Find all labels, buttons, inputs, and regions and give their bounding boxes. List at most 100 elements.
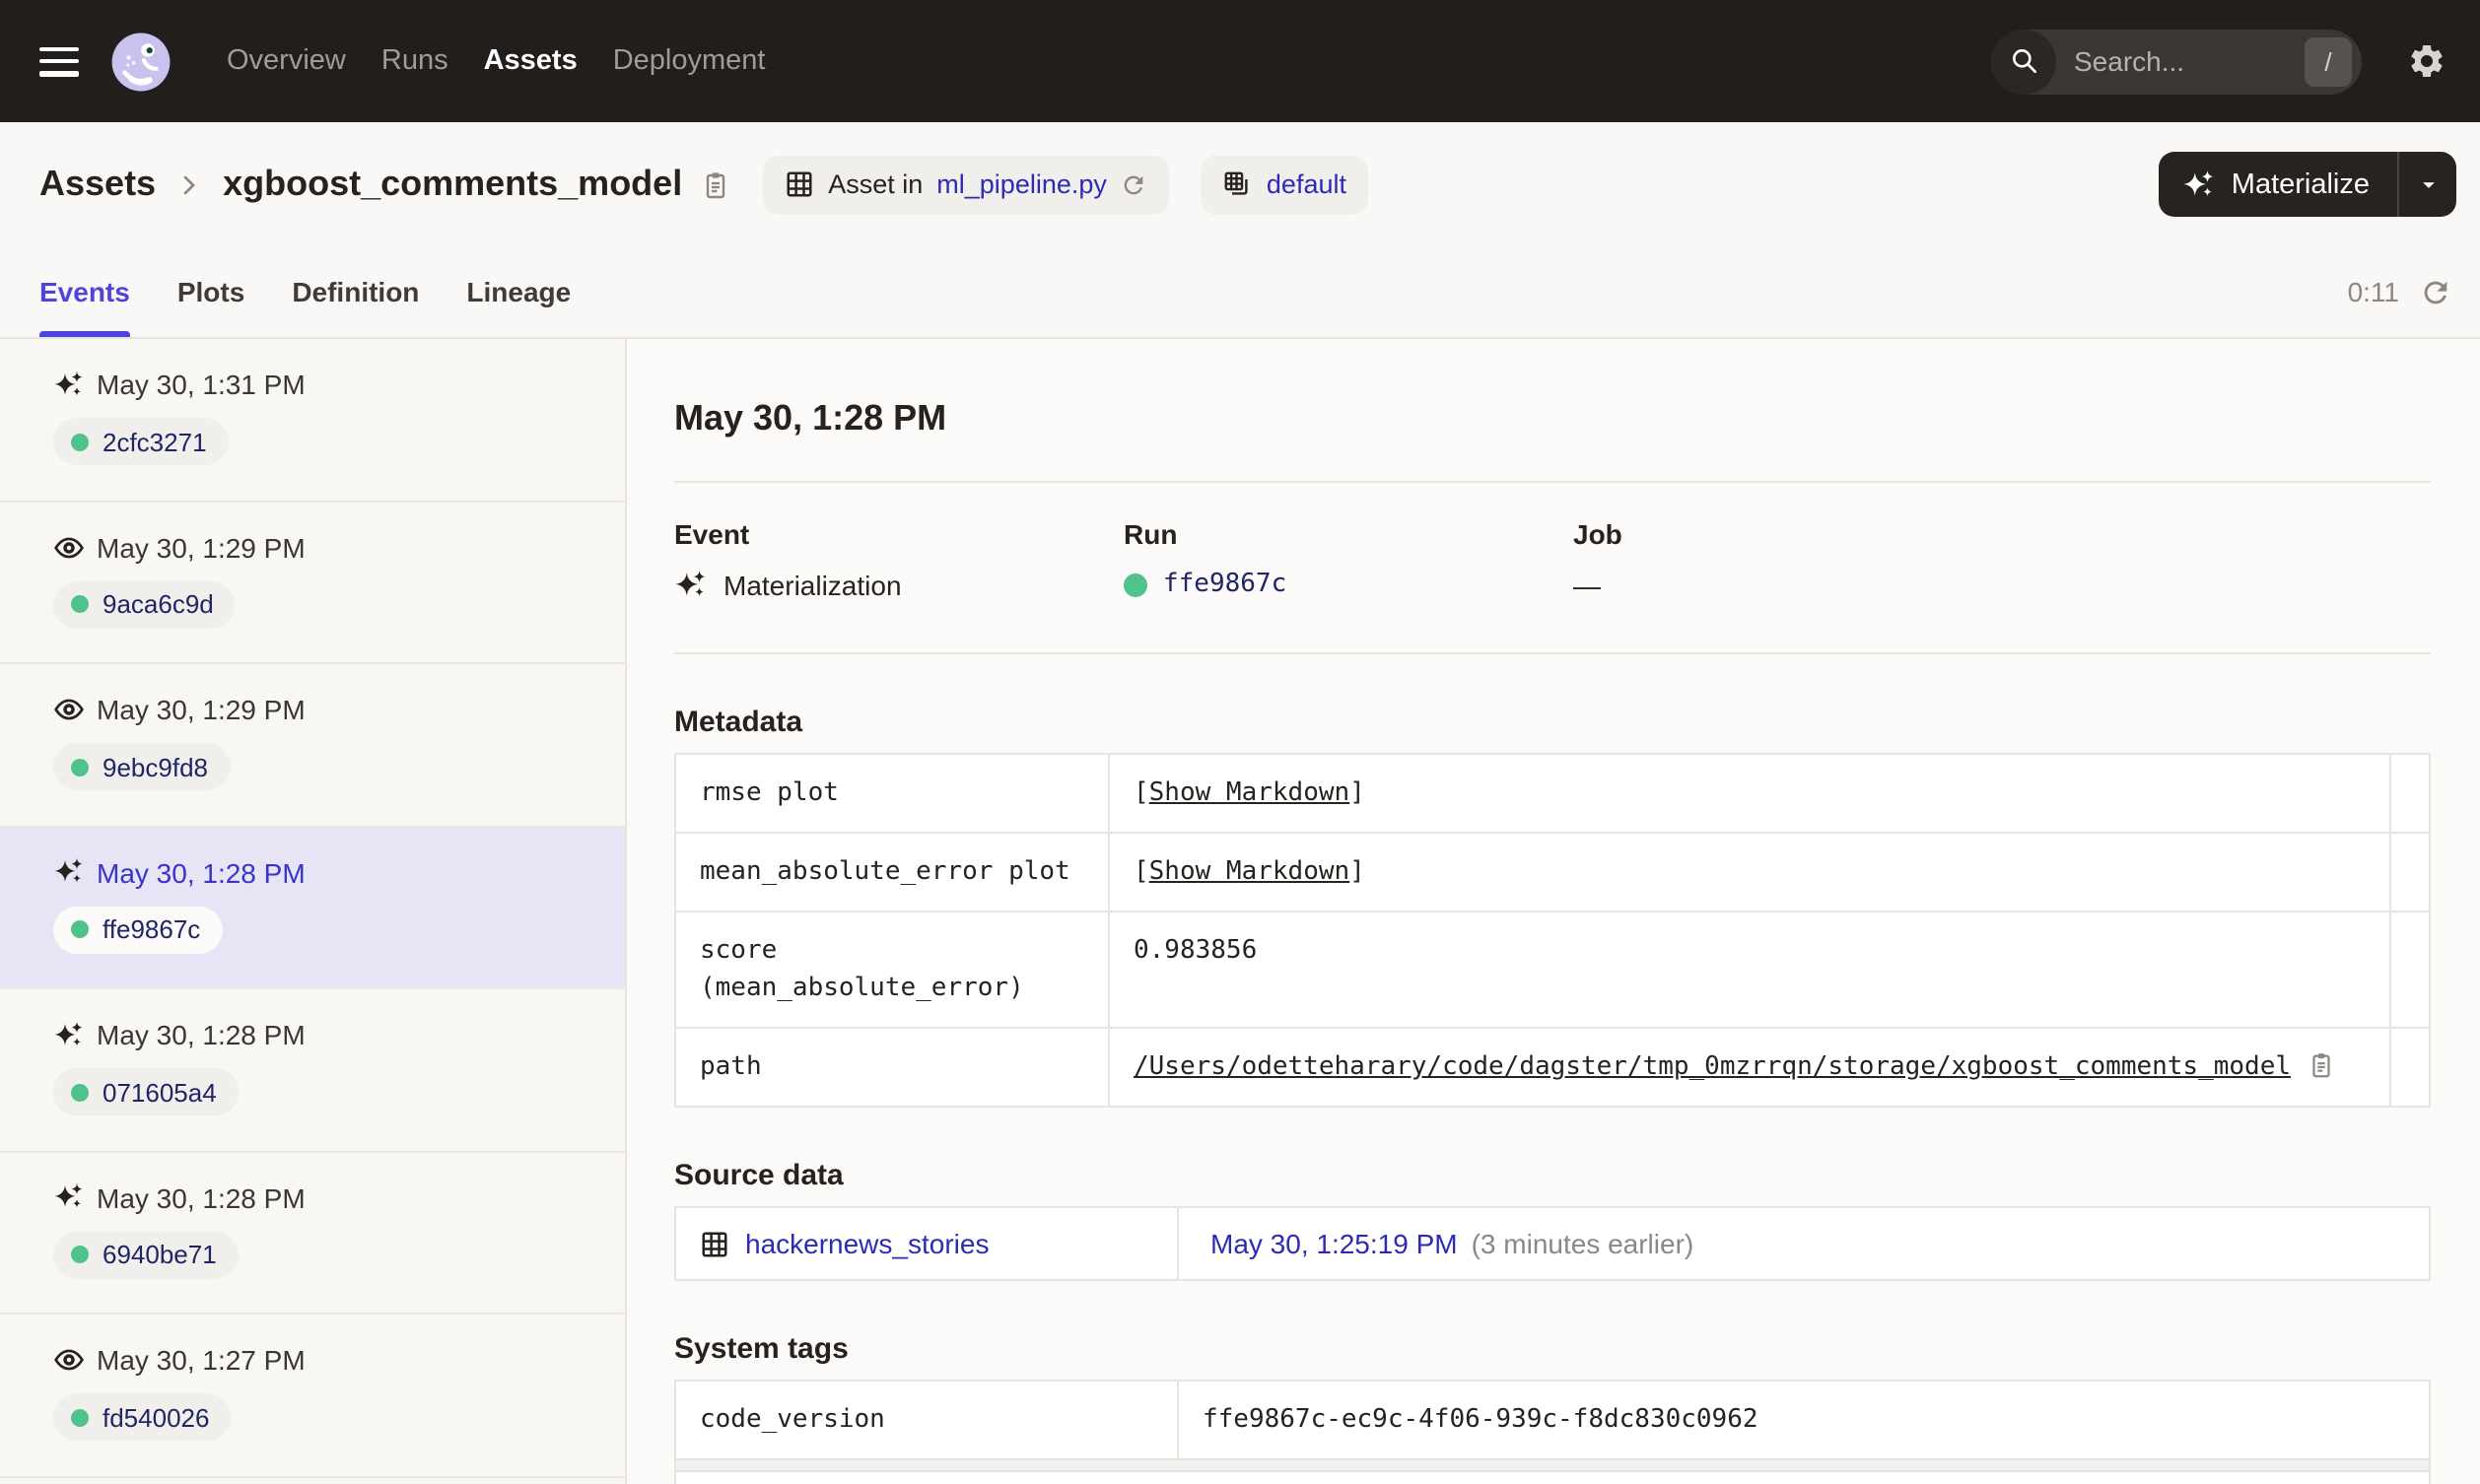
run-status-dot	[71, 595, 89, 613]
metadata-key: rmse plot	[676, 755, 1110, 832]
search-shortcut-badge: /	[2305, 36, 2352, 86]
tab-plots[interactable]: Plots	[177, 246, 244, 337]
event-list-item[interactable]: May 30, 1:29 PM 9aca6c9d	[0, 502, 625, 664]
asset-tabs: Events Plots Definition Lineage 0:11	[0, 246, 2480, 339]
pipeline-file-link[interactable]: ml_pipeline.py	[936, 169, 1107, 199]
materialize-split-button: Materialize	[2158, 152, 2456, 217]
materialization-sparkle-icon	[54, 1021, 83, 1046]
show-markdown-link[interactable]: Show Markdown	[1149, 778, 1350, 808]
run-status-dot	[1124, 573, 1147, 596]
run-id-pill[interactable]: ffe9867c	[53, 906, 223, 953]
hamburger-menu-icon[interactable]	[39, 46, 79, 76]
job-value: —	[1573, 570, 1601, 601]
run-status-dot	[71, 1246, 89, 1263]
event-list-item[interactable]: May 30, 1:27 PM fd540026	[0, 1315, 625, 1477]
event-timestamp: May 30, 1:29 PM	[97, 694, 306, 725]
event-detail-title: May 30, 1:28 PM	[674, 398, 947, 438]
event-timestamp: May 30, 1:29 PM	[97, 531, 306, 563]
refresh-icon[interactable]	[1121, 170, 1148, 198]
asset-table-icon	[787, 171, 812, 197]
event-timestamp: May 30, 1:28 PM	[97, 1181, 306, 1213]
metadata-heading: Metadata	[674, 706, 803, 739]
event-list-item-selected[interactable]: May 30, 1:28 PM ffe9867c	[0, 827, 625, 989]
event-list-item[interactable]: May 30, 1:28 PM 071605a4	[0, 989, 625, 1152]
tag-key: code_version	[676, 1382, 1179, 1458]
event-timestamp: May 30, 1:28 PM	[97, 856, 306, 888]
metadata-value: /Users/odetteharary/code/dagster/tmp_0mz…	[1110, 1029, 2389, 1106]
metadata-key: path	[676, 1029, 1110, 1106]
table-row: path /Users/odetteharary/code/dagster/tm…	[676, 1029, 2429, 1106]
run-id-pill[interactable]: 2cfc3271	[53, 418, 229, 465]
tab-events[interactable]: Events	[39, 246, 130, 337]
run-id-pill[interactable]: 6940be71	[53, 1231, 239, 1278]
asset-in-label: Asset in	[828, 169, 924, 199]
run-status-dot	[71, 1083, 89, 1101]
nav-item-deployment[interactable]: Deployment	[613, 45, 766, 77]
search-bar: /	[1991, 29, 2362, 94]
run-status-dot	[71, 1408, 89, 1426]
observation-eye-icon	[54, 536, 84, 558]
nav-item-assets[interactable]: Assets	[484, 45, 578, 77]
asset-group-icon	[1225, 171, 1249, 195]
search-icon	[1991, 29, 2056, 94]
asset-definition-badge: Asset in ml_pipeline.py	[763, 155, 1170, 214]
materialization-sparkle-icon	[54, 371, 83, 395]
event-list-sidebar: May 30, 1:31 PM 2cfc3271 May 30, 1:29 PM…	[0, 339, 627, 1484]
materialization-sparkle-icon	[54, 1183, 83, 1208]
table-row	[676, 1470, 2429, 1484]
refresh-countdown: 0:11	[2347, 276, 2399, 307]
run-column-label: Run	[1124, 518, 1178, 550]
run-id-pill[interactable]: fd540026	[53, 1393, 232, 1441]
metadata-key: mean_absolute_error plot	[676, 834, 1110, 911]
gear-icon[interactable]	[2405, 39, 2448, 83]
refresh-icon[interactable]	[2419, 275, 2452, 308]
run-status-dot	[71, 758, 89, 776]
primary-nav: Overview Runs Assets Deployment	[227, 45, 765, 77]
observation-eye-icon	[54, 699, 84, 720]
event-list-item[interactable]: May 30, 1:29 PM 9ebc9fd8	[0, 664, 625, 827]
breadcrumb-chevron-icon	[173, 169, 205, 200]
breadcrumb-assets-link[interactable]: Assets	[39, 164, 156, 205]
tag-value: ffe9867c-ec9c-4f06-939c-f8dc830c0962	[1203, 1405, 1758, 1435]
observation-eye-icon	[54, 1349, 84, 1371]
asset-group-badge: default	[1201, 155, 1368, 214]
table-row: hackernews_stories May 30, 1:25:19 PM (3…	[676, 1208, 2429, 1279]
materialization-sparkle-icon	[54, 858, 83, 883]
copy-icon[interactable]	[700, 169, 731, 200]
metadata-key: score (mean_absolute_error)	[676, 912, 1110, 1027]
event-summary: Event Materialization Run ffe9867c Job —	[674, 518, 2431, 601]
event-list-item[interactable]: May 30, 1:28 PM 6940be71	[0, 1152, 625, 1315]
page-header: Assets xgboost_comments_model Asset in m…	[0, 122, 2480, 246]
sparkle-icon	[2183, 169, 2214, 196]
run-id-pill[interactable]: 071605a4	[53, 1068, 239, 1115]
event-timestamp: May 30, 1:31 PM	[97, 369, 306, 400]
run-id-pill[interactable]: 9aca6c9d	[53, 580, 236, 628]
source-asset-link[interactable]: hackernews_stories	[745, 1228, 989, 1259]
nav-item-runs[interactable]: Runs	[381, 45, 448, 77]
materialize-button[interactable]: Materialize	[2159, 152, 2397, 217]
nav-item-overview[interactable]: Overview	[227, 45, 346, 77]
event-column-label: Event	[674, 518, 750, 550]
run-id-pill[interactable]: 9ebc9fd8	[53, 743, 230, 790]
run-id-link[interactable]: ffe9867c	[1163, 570, 1286, 599]
run-status-dot	[71, 433, 89, 450]
tab-definition[interactable]: Definition	[292, 246, 419, 337]
group-default-link[interactable]: default	[1267, 169, 1346, 199]
materialize-options-button[interactable]	[2397, 152, 2456, 217]
system-tags-table: code_version ffe9867c-ec9c-4f06-939c-f8d…	[674, 1380, 2431, 1484]
materialization-sparkle-icon	[675, 571, 706, 597]
table-row: code_version ffe9867c-ec9c-4f06-939c-f8d…	[676, 1382, 2429, 1460]
tab-lineage[interactable]: Lineage	[466, 246, 571, 337]
asset-table-icon	[702, 1231, 727, 1256]
event-detail-pane: May 30, 1:28 PM Event Materialization Ru…	[627, 339, 2480, 1484]
copy-icon[interactable]	[2307, 1050, 2336, 1080]
dagster-logo[interactable]	[110, 31, 172, 92]
storage-path-link[interactable]: /Users/odetteharary/code/dagster/tmp_0mz…	[1134, 1048, 2291, 1086]
event-list-item[interactable]: May 30, 1:31 PM 2cfc3271	[0, 339, 625, 502]
source-event-time-link[interactable]: May 30, 1:25:19 PM	[1210, 1228, 1458, 1259]
asset-name-title: xgboost_comments_model	[223, 164, 683, 203]
show-markdown-link[interactable]: Show Markdown	[1149, 857, 1350, 887]
job-column-label: Job	[1573, 518, 1622, 550]
source-time-note: (3 minutes earlier)	[1471, 1228, 1694, 1259]
table-row: mean_absolute_error plot [Show Markdown]	[676, 834, 2429, 912]
